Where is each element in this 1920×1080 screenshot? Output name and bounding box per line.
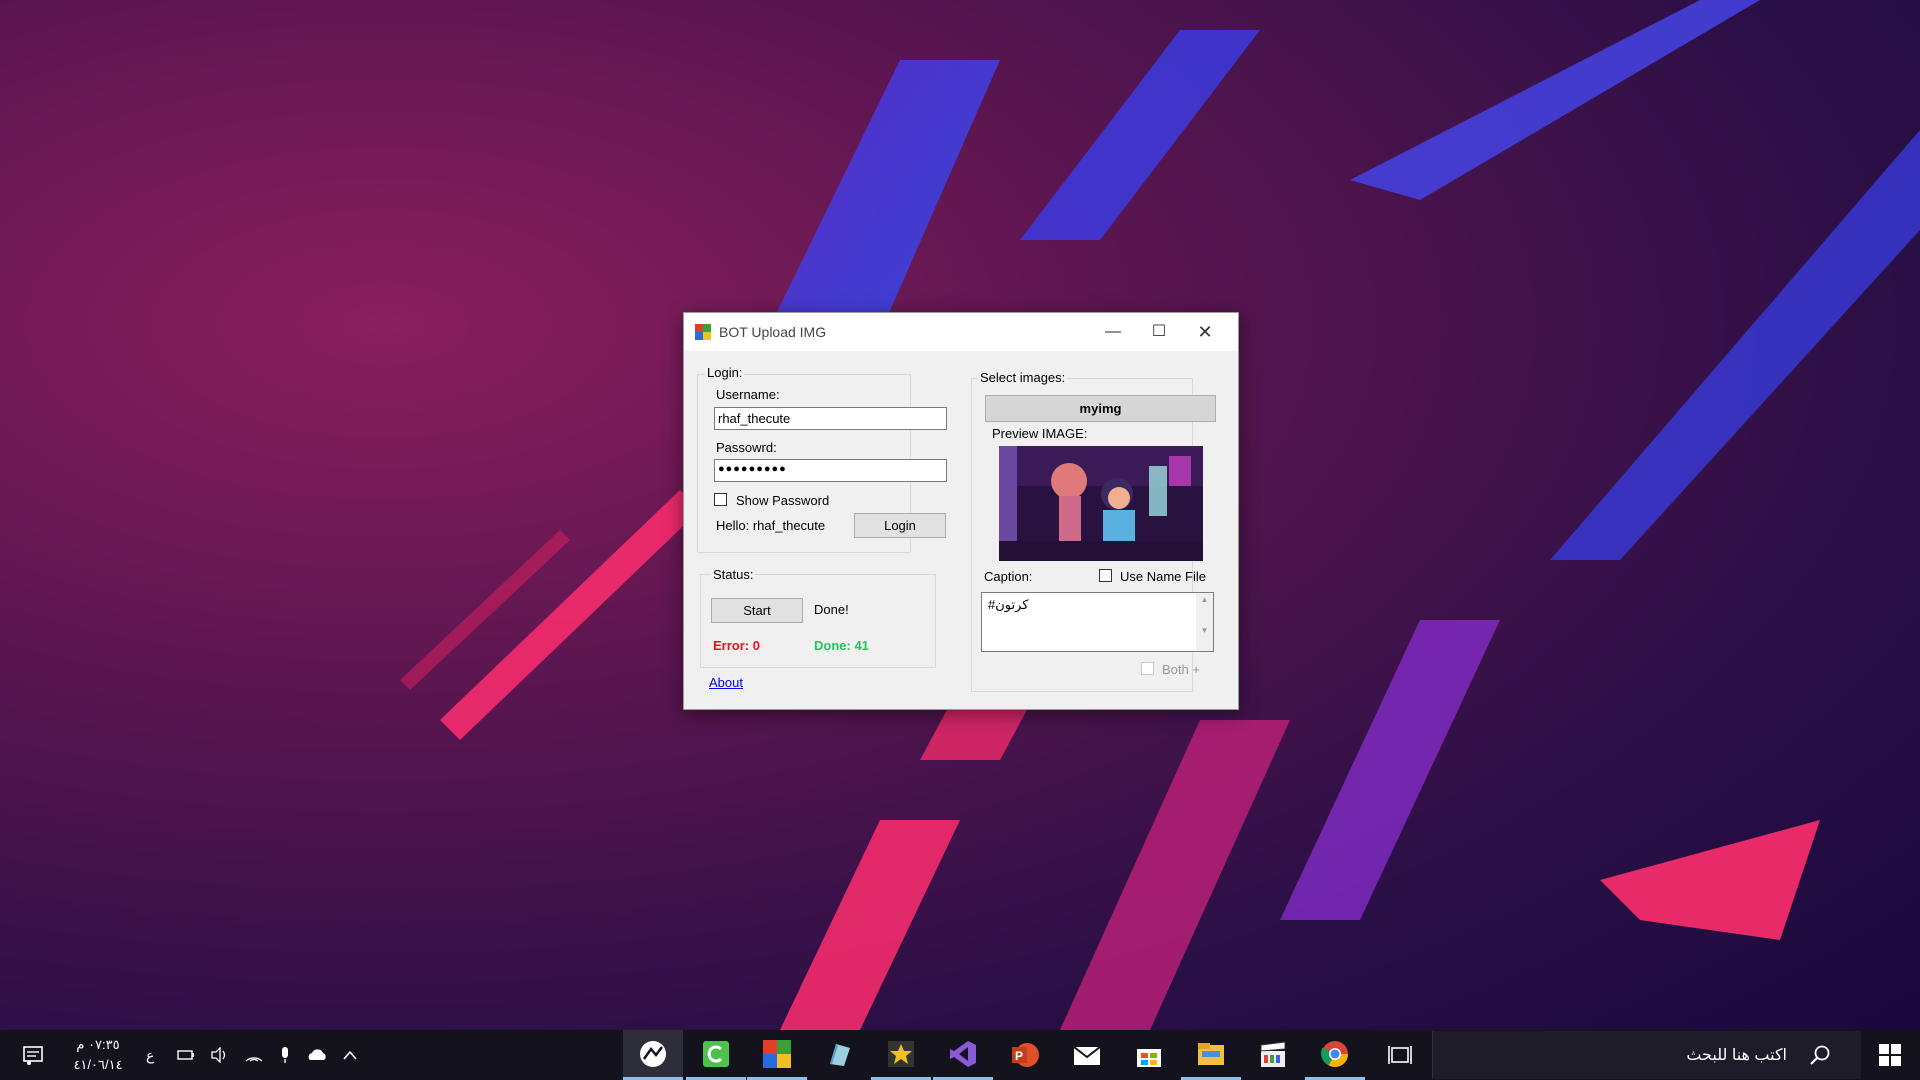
start-button[interactable]: Start xyxy=(711,598,803,623)
show-password-label[interactable]: Show Password xyxy=(736,493,829,508)
taskbar-app-mail[interactable] xyxy=(1057,1030,1117,1080)
login-button[interactable]: Login xyxy=(854,513,946,538)
show-password-checkbox[interactable] xyxy=(714,493,727,506)
bot-upload-window: BOT Upload IMG — ☐ ✕ Login: Username: rh… xyxy=(683,312,1239,710)
search-icon xyxy=(1810,1045,1830,1065)
camtasia-icon xyxy=(703,1040,729,1067)
app-icon xyxy=(763,1039,791,1068)
error-count: Error: 0 xyxy=(713,638,760,653)
password-label: Passowrd: xyxy=(716,440,777,455)
svg-text:P: P xyxy=(1015,1049,1023,1063)
cube-icon xyxy=(830,1044,850,1066)
login-group-title: Login: xyxy=(705,365,745,380)
taskbar-app-movie[interactable] xyxy=(1243,1030,1303,1080)
password-input[interactable]: ●●●●●●●●● xyxy=(714,459,947,482)
use-name-file-checkbox[interactable] xyxy=(1099,569,1112,582)
maximize-button[interactable]: ☐ xyxy=(1136,313,1182,351)
preview-label: Preview IMAGE: xyxy=(992,426,1088,441)
star-app-icon xyxy=(888,1040,914,1067)
done-count: Done: 41 xyxy=(814,638,869,653)
caption-textarea[interactable]: #كرتون ▲ ▼ xyxy=(981,592,1214,652)
about-link[interactable]: About xyxy=(709,675,743,690)
task-view-icon xyxy=(1388,1046,1412,1064)
mail-icon xyxy=(1073,1046,1101,1065)
taskbar-app-cube[interactable] xyxy=(809,1030,869,1080)
minimize-button[interactable]: — xyxy=(1090,313,1136,351)
status-group-title: Status: xyxy=(711,567,756,582)
file-explorer-icon xyxy=(1198,1042,1224,1065)
visual-studio-icon xyxy=(950,1040,976,1067)
taskbar-app-store[interactable] xyxy=(1119,1030,1179,1080)
start-button[interactable] xyxy=(1860,1030,1920,1080)
store-icon xyxy=(1137,1049,1161,1067)
volume-icon[interactable] xyxy=(210,1047,230,1063)
clock-date: ٤١/٠٦/١٤ xyxy=(73,1057,123,1072)
task-view-button[interactable] xyxy=(1370,1030,1430,1080)
status-text: Done! xyxy=(814,602,849,617)
use-name-file-label[interactable]: Use Name File xyxy=(1120,569,1206,584)
microphone-icon[interactable] xyxy=(278,1046,292,1064)
wifi-icon[interactable] xyxy=(244,1047,264,1063)
search-placeholder: اكتب هنا للبحث xyxy=(1686,1047,1787,1064)
chevron-up-icon[interactable] xyxy=(342,1049,358,1061)
both-label: Both + xyxy=(1162,662,1200,677)
username-input[interactable]: rhaf_thecute xyxy=(714,407,947,430)
taskbar-app-powerpoint[interactable]: P xyxy=(995,1030,1055,1080)
caption-label: Caption: xyxy=(984,569,1033,584)
movie-maker-icon xyxy=(1260,1041,1286,1067)
taskbar-app-explorer[interactable] xyxy=(1181,1030,1241,1080)
username-label: Username: xyxy=(716,387,780,402)
window-title: BOT Upload IMG xyxy=(719,324,827,340)
close-button[interactable]: ✕ xyxy=(1182,313,1228,351)
taskbar-app-visual-studio[interactable] xyxy=(933,1030,993,1080)
notification-icon xyxy=(23,1046,43,1065)
chrome-icon xyxy=(1321,1040,1349,1067)
remote-desktop-icon xyxy=(640,1040,666,1067)
hello-user-text: Hello: rhaf_thecute xyxy=(716,518,826,533)
caption-text: #كرتون xyxy=(988,597,1029,612)
images-group-title: Select images: xyxy=(978,370,1068,385)
powerpoint-icon: P xyxy=(1012,1043,1039,1067)
windows-logo-icon xyxy=(1879,1044,1901,1066)
language-indicator[interactable]: ع xyxy=(146,1030,154,1080)
scroll-down-icon[interactable]: ▼ xyxy=(1196,626,1213,635)
battery-icon[interactable] xyxy=(176,1048,196,1062)
onedrive-icon[interactable] xyxy=(306,1048,328,1062)
app-icon xyxy=(695,324,711,340)
caption-scrollbar[interactable]: ▲ ▼ xyxy=(1196,593,1213,651)
scroll-up-icon[interactable]: ▲ xyxy=(1196,595,1213,604)
taskbar-app-chrome[interactable] xyxy=(1305,1030,1365,1080)
taskbar-app-camtasia[interactable] xyxy=(686,1030,746,1080)
tray-icons xyxy=(176,1030,358,1080)
clock[interactable]: ٠٧:٣٥ م ٤١/٠٦/١٤ xyxy=(68,1035,128,1075)
notification-button[interactable] xyxy=(22,1030,44,1080)
title-bar[interactable]: BOT Upload IMG — ☐ ✕ xyxy=(684,313,1238,351)
taskbar-app-star[interactable] xyxy=(871,1030,931,1080)
select-folder-button[interactable]: myimg xyxy=(985,395,1216,422)
both-checkbox[interactable] xyxy=(1141,662,1154,675)
taskbar-app-bot[interactable] xyxy=(747,1030,807,1080)
preview-image xyxy=(999,446,1203,561)
clock-time: ٠٧:٣٥ م xyxy=(76,1037,120,1052)
taskbar-app-remote[interactable] xyxy=(623,1030,683,1080)
search-box[interactable]: اكتب هنا للبحث xyxy=(1432,1031,1861,1079)
